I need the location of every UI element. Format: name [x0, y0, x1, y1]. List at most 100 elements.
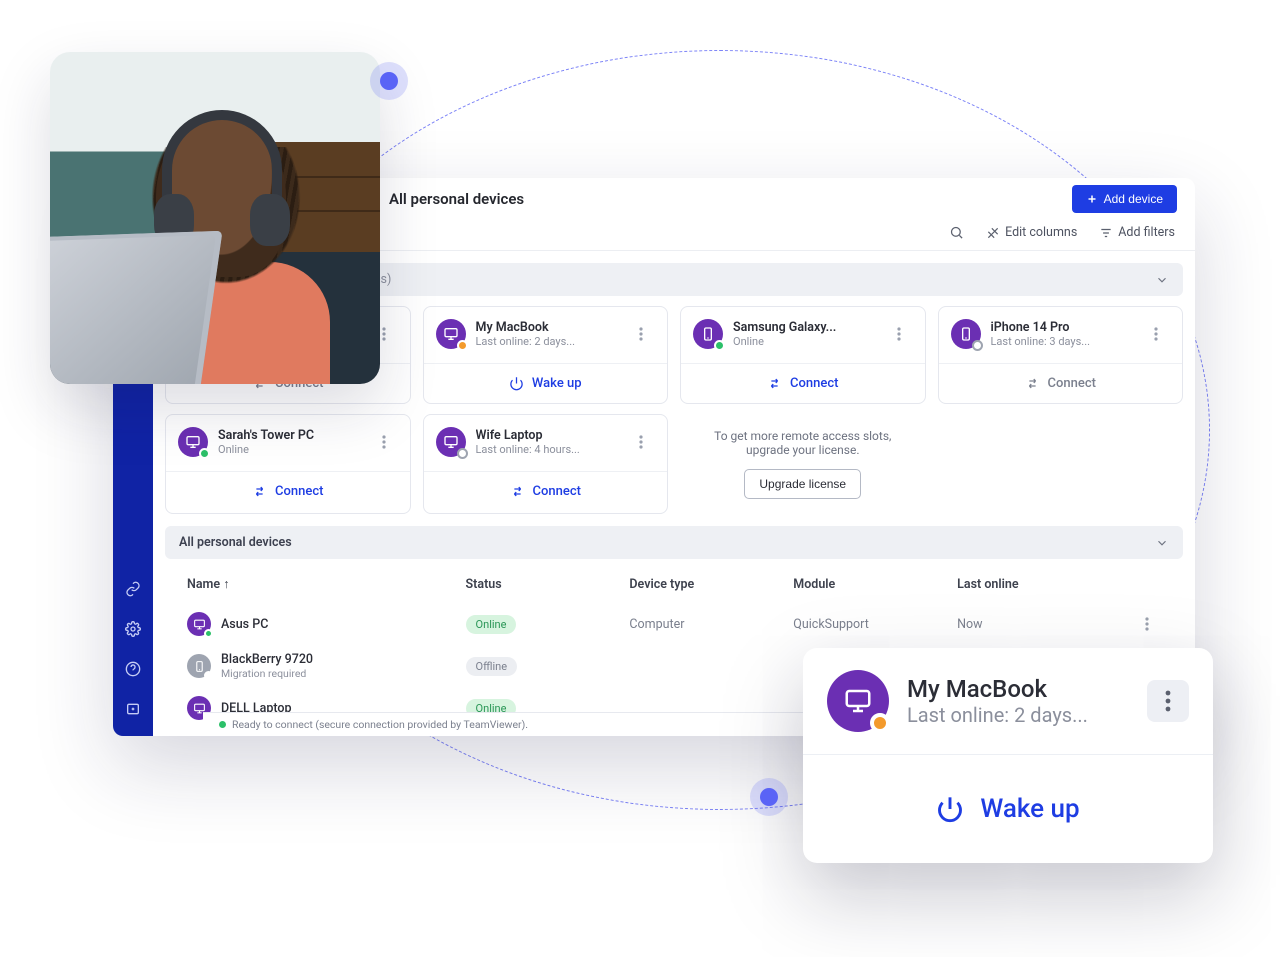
device-card[interactable]: Samsung Galaxy... Online Connect: [680, 306, 926, 404]
device-more-button[interactable]: [639, 327, 655, 341]
device-card[interactable]: Wife Laptop Last online: 4 hours... Conn…: [423, 414, 669, 514]
device-action-label: Connect: [533, 484, 581, 499]
device-more-button[interactable]: [382, 435, 398, 449]
search-icon: [949, 225, 964, 240]
device-action-label: Connect: [790, 376, 838, 391]
decor-dot-bottom: [760, 788, 778, 806]
detail-action-label: Wake up: [980, 794, 1079, 824]
search-button[interactable]: [949, 225, 964, 240]
columns-icon: [986, 226, 1000, 240]
power-icon: [509, 376, 524, 391]
device-action-button[interactable]: Connect: [166, 471, 410, 511]
status-badge-icon: [870, 713, 890, 733]
chevron-down-icon: [1155, 273, 1169, 287]
device-action-button[interactable]: Connect: [424, 471, 668, 511]
sort-icon: ↑: [223, 577, 229, 592]
device-icon: [187, 612, 211, 636]
swap-icon: [1025, 376, 1040, 391]
col-module[interactable]: Module: [793, 577, 957, 592]
col-status[interactable]: Status: [466, 577, 630, 592]
device-name: Samsung Galaxy...: [733, 320, 836, 336]
add-device-button[interactable]: Add device: [1072, 185, 1177, 213]
upgrade-license-button[interactable]: Upgrade license: [744, 469, 861, 499]
device-card[interactable]: Sarah's Tower PC Online Connect: [165, 414, 411, 514]
edit-columns-label: Edit columns: [1005, 225, 1077, 240]
more-icon: [1154, 327, 1158, 341]
sidebar-icon-expand[interactable]: [124, 700, 142, 718]
detail-more-button[interactable]: [1147, 680, 1189, 722]
device-card[interactable]: My MacBook Last online: 2 days... Wake u…: [423, 306, 669, 404]
row-subtext: Migration required: [221, 667, 313, 680]
row-module: QuickSupport: [793, 617, 957, 632]
more-icon: [382, 435, 386, 449]
add-filters-button[interactable]: Add filters: [1099, 225, 1175, 240]
device-subtitle: Last online: 2 days...: [476, 335, 576, 348]
add-filters-label: Add filters: [1118, 225, 1175, 240]
status-badge-icon: [204, 671, 213, 680]
device-subtitle: Last online: 3 days...: [991, 335, 1091, 348]
device-icon: [436, 427, 466, 457]
status-badge-icon: [714, 340, 725, 351]
device-card[interactable]: iPhone 14 Pro Last online: 3 days... Con…: [938, 306, 1184, 404]
more-icon: [897, 327, 901, 341]
sidebar-icon-help[interactable]: [124, 660, 142, 678]
status-text: Ready to connect (secure connection prov…: [232, 718, 528, 731]
col-name[interactable]: Name ↑: [187, 577, 466, 592]
col-last-online[interactable]: Last online: [957, 577, 1121, 592]
status-dot-icon: [219, 721, 226, 728]
device-action-label: Connect: [1048, 376, 1096, 391]
status-badge-icon: [457, 340, 468, 351]
table-header: Name ↑ Status Device type Module Last on…: [165, 565, 1183, 604]
device-action-label: Wake up: [532, 376, 582, 391]
more-icon: [1145, 617, 1149, 631]
device-icon: [178, 427, 208, 457]
device-name: My MacBook: [476, 320, 576, 336]
status-pill: Online: [466, 615, 517, 634]
device-subtitle: Online: [733, 335, 836, 348]
sidebar-icon-settings[interactable]: [124, 620, 142, 638]
more-icon: [1165, 690, 1171, 712]
detail-title: My MacBook: [907, 675, 1088, 703]
detail-action-wake[interactable]: Wake up: [803, 754, 1213, 863]
upsell-text: To get more remote access slots, upgrade…: [697, 429, 909, 457]
device-name: iPhone 14 Pro: [991, 320, 1091, 336]
device-action-button[interactable]: Wake up: [424, 363, 668, 403]
row-name: Asus PC: [221, 617, 268, 632]
detail-subtitle: Last online: 2 days...: [907, 703, 1088, 727]
device-name: Wife Laptop: [476, 428, 580, 444]
status-badge-icon: [199, 448, 210, 459]
status-badge-icon: [204, 629, 213, 638]
device-icon: [187, 654, 211, 678]
device-action-label: Connect: [275, 484, 323, 499]
device-more-button[interactable]: [897, 327, 913, 341]
device-more-button[interactable]: [639, 435, 655, 449]
section-all-header[interactable]: All personal devices: [165, 526, 1183, 559]
more-icon: [639, 327, 643, 341]
device-action-button[interactable]: Connect: [681, 363, 925, 403]
table-row[interactable]: Asus PC Online Computer QuickSupport Now: [165, 604, 1183, 644]
status-badge-icon: [457, 448, 468, 459]
row-more-button[interactable]: [1145, 617, 1161, 631]
page-title: All personal devices: [389, 190, 524, 208]
device-subtitle: Online: [218, 443, 314, 456]
device-subtitle: Last online: 4 hours...: [476, 443, 580, 456]
device-action-button[interactable]: Connect: [939, 363, 1183, 403]
swap-icon: [510, 484, 525, 499]
status-badge-icon: [972, 340, 983, 351]
row-type: Computer: [629, 617, 793, 632]
device-more-button[interactable]: [1154, 327, 1170, 341]
col-type[interactable]: Device type: [629, 577, 793, 592]
device-icon: [827, 670, 889, 732]
swap-icon: [767, 376, 782, 391]
device-more-button[interactable]: [382, 327, 398, 341]
device-icon: [693, 319, 723, 349]
edit-columns-button[interactable]: Edit columns: [986, 225, 1077, 240]
hero-photo: [50, 52, 380, 384]
device-icon: [436, 319, 466, 349]
decor-dot-top: [380, 72, 398, 90]
status-pill: Offline: [466, 657, 518, 676]
swap-icon: [252, 484, 267, 499]
sidebar-icon-links[interactable]: [124, 580, 142, 598]
chevron-down-icon: [1155, 536, 1169, 550]
section-all-title: All personal devices: [179, 535, 292, 550]
